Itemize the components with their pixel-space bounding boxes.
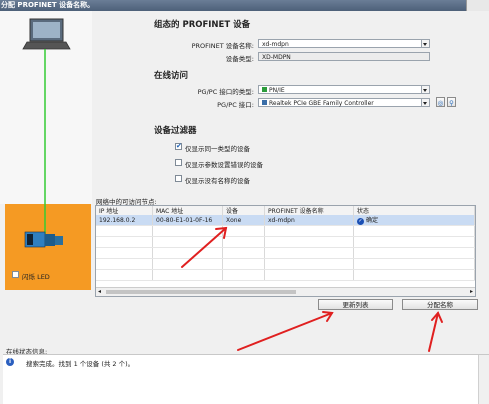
- scrollbar-thumb[interactable]: [106, 290, 296, 294]
- device-type-value: XD-MDPN: [262, 54, 291, 61]
- cell-device: Xone: [222, 215, 265, 226]
- device-filter-heading: 设备过滤器: [154, 126, 197, 136]
- column-header[interactable]: MAC 地址: [152, 206, 223, 215]
- annotation-arrowhead: [322, 311, 334, 322]
- iface-dropdown-icon[interactable]: [421, 99, 429, 106]
- status-text: 确定: [366, 217, 379, 224]
- cell-name: xd-mdpn: [264, 215, 354, 226]
- topology-panel: [0, 11, 92, 204]
- assign-name-button[interactable]: 分配名称: [402, 299, 478, 310]
- iface-label: PG/PC 接口:: [217, 101, 254, 109]
- iface-type-dropdown-icon[interactable]: [421, 86, 429, 93]
- column-header[interactable]: 状态: [353, 206, 475, 215]
- scroll-left-icon[interactable]: ◂: [98, 288, 101, 296]
- device-name-field[interactable]: xd-mdpn: [258, 39, 430, 48]
- configured-device-heading: 组态的 PROFINET 设备: [154, 20, 251, 30]
- iface-properties-button[interactable]: ◎: [436, 97, 445, 107]
- properties-icon: ◎: [437, 99, 444, 107]
- ok-status-icon: ✓: [357, 218, 364, 225]
- device-name-dropdown-icon[interactable]: [421, 40, 429, 47]
- device-name-label: PROFINET 设备名称:: [191, 42, 254, 50]
- iface-type-label: PG/PC 接口的类型:: [197, 88, 254, 96]
- horizontal-scrollbar[interactable]: ◂ ▸: [96, 287, 475, 296]
- accessible-nodes-table: IP 地址 MAC 地址 设备 PROFINET 设备名称 状态 192.168…: [95, 205, 476, 297]
- annotation-arrow: [428, 312, 439, 352]
- column-header[interactable]: 设备: [222, 206, 265, 215]
- status-scrollbar[interactable]: [478, 355, 489, 404]
- refresh-list-button[interactable]: 更新列表: [318, 299, 393, 310]
- magnifier-icon: ⚲: [449, 99, 454, 107]
- window-close-button[interactable]: [466, 0, 489, 11]
- filter-same-type-label: 仅显示同一类型的设备: [185, 145, 250, 153]
- column-header[interactable]: PROFINET 设备名称: [264, 206, 354, 215]
- filter-param-error-checkbox[interactable]: [175, 159, 182, 166]
- info-icon: i: [6, 358, 14, 366]
- cell-mac: 00-80-E1-01-0F-16: [152, 215, 223, 226]
- filter-no-name-checkbox[interactable]: [175, 175, 182, 182]
- filter-param-error-label: 仅显示参数设置错误的设备: [185, 161, 263, 169]
- network-icon: [262, 87, 267, 92]
- cell-ip: 192.168.0.2: [96, 215, 153, 226]
- device-name-value: xd-mdpn: [262, 41, 289, 48]
- iface-type-select[interactable]: PN/IE: [258, 85, 430, 94]
- device-panel: 闪烁 LED: [5, 204, 91, 290]
- device-type-label: 设备类型:: [225, 55, 254, 63]
- iface-value: Realtek PCIe GBE Family Controller: [269, 100, 374, 107]
- pc-icon: [22, 18, 71, 204]
- iface-select[interactable]: Realtek PCIe GBE Family Controller: [258, 98, 430, 107]
- plc-icon: [24, 204, 63, 248]
- nic-icon: [262, 100, 267, 105]
- column-header[interactable]: IP 地址: [96, 206, 153, 215]
- blink-led-label: 闪烁 LED: [22, 273, 50, 281]
- iface-type-value: PN/IE: [269, 87, 285, 94]
- status-info-panel: i 搜索完成。找到 1 个设备 (共 2 个)。: [3, 354, 489, 404]
- blink-led-checkbox[interactable]: [12, 271, 19, 278]
- online-access-heading: 在线访问: [154, 71, 189, 81]
- cell-status: ✓ 确定: [353, 215, 475, 226]
- device-type-field: XD-MDPN: [258, 52, 430, 61]
- scroll-right-icon[interactable]: ▸: [470, 288, 473, 296]
- window-title-bar: 分配 PROFINET 设备名称。: [0, 0, 489, 11]
- annotation-arrow: [237, 312, 333, 351]
- table-header: IP 地址 MAC 地址 设备 PROFINET 设备名称 状态: [96, 206, 475, 215]
- window-title: 分配 PROFINET 设备名称。: [1, 1, 95, 9]
- filter-same-type-checkbox[interactable]: [175, 142, 182, 150]
- annotation-arrowhead: [431, 311, 443, 323]
- table-row[interactable]: 192.168.0.2 00-80-E1-01-0F-16 Xone xd-md…: [96, 215, 475, 226]
- status-message: 搜索完成。找到 1 个设备 (共 2 个)。: [26, 360, 135, 368]
- filter-no-name-label: 仅显示没有名称的设备: [185, 177, 250, 185]
- iface-diagnostics-button[interactable]: ⚲: [447, 97, 456, 107]
